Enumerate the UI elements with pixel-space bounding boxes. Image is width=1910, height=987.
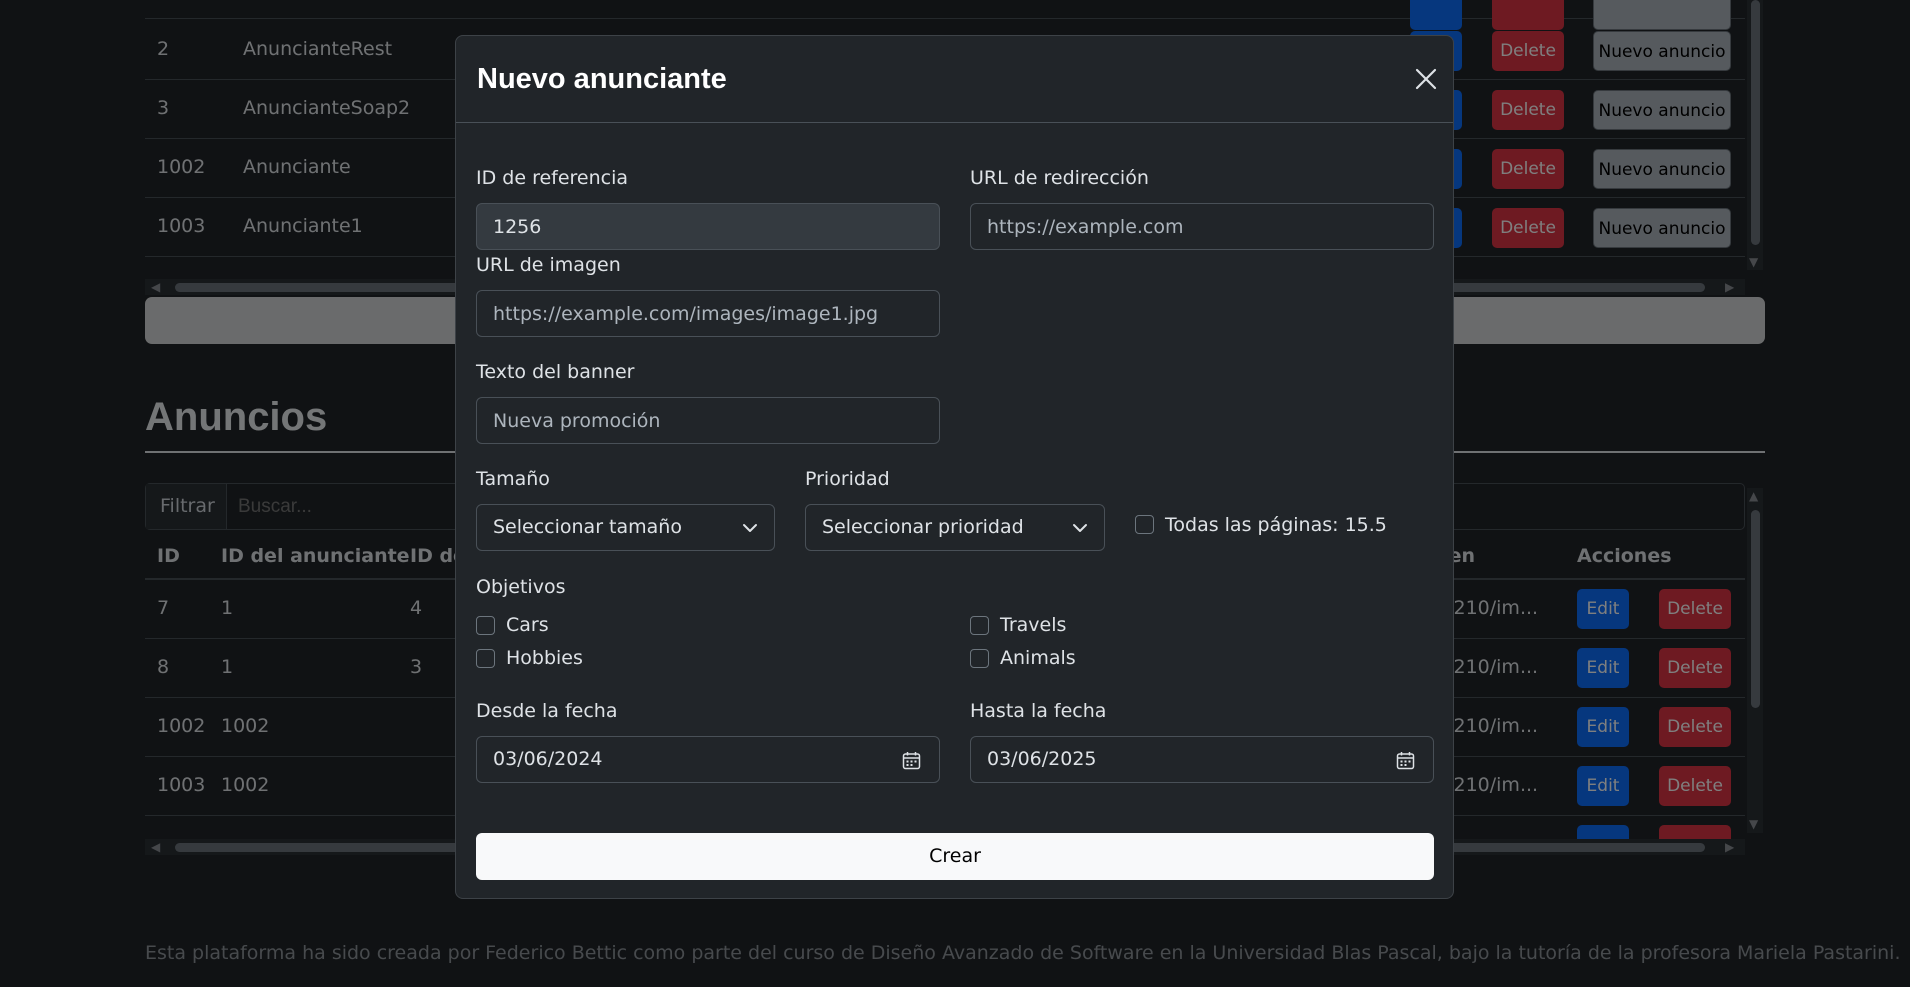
chevron-down-icon <box>1073 524 1087 532</box>
objective-animals-checkbox[interactable] <box>970 649 989 668</box>
size-label: Tamaño <box>476 468 550 490</box>
all-pages-checkbox[interactable] <box>1135 515 1154 534</box>
objective-travels-checkbox[interactable] <box>970 616 989 635</box>
priority-select-value: Seleccionar prioridad <box>822 516 1024 538</box>
redirect-url-label: URL de redirección <box>970 167 1149 189</box>
all-pages-label: Todas las páginas: 15.5 <box>1165 514 1387 536</box>
close-button[interactable] <box>1411 64 1441 94</box>
banner-text-label: Texto del banner <box>476 361 635 383</box>
objective-animals-label: Animals <box>1000 647 1076 669</box>
priority-label: Prioridad <box>805 468 890 490</box>
from-date-value: 03/06/2024 <box>493 748 603 770</box>
create-button[interactable]: Crear <box>476 833 1434 880</box>
priority-select[interactable]: Seleccionar prioridad <box>805 504 1105 551</box>
close-icon <box>1415 68 1437 90</box>
to-date-label: Hasta la fecha <box>970 700 1107 722</box>
new-advertiser-modal: Nuevo anunciante ID de referencia URL de… <box>455 35 1454 899</box>
objective-travels-label: Travels <box>1000 614 1067 636</box>
modal-title: Nuevo anunciante <box>477 63 727 95</box>
calendar-icon[interactable] <box>1396 751 1415 770</box>
redirect-url-field[interactable] <box>970 203 1434 250</box>
objective-cars-label: Cars <box>506 614 549 636</box>
to-date-field[interactable]: 03/06/2025 <box>970 736 1434 783</box>
image-url-field[interactable] <box>476 290 940 337</box>
calendar-icon[interactable] <box>902 751 921 770</box>
to-date-value: 03/06/2025 <box>987 748 1097 770</box>
ref-id-label: ID de referencia <box>476 167 629 189</box>
size-select-value: Seleccionar tamaño <box>493 516 682 538</box>
size-select[interactable]: Seleccionar tamaño <box>476 504 775 551</box>
objective-cars-checkbox[interactable] <box>476 616 495 635</box>
objective-hobbies-label: Hobbies <box>506 647 583 669</box>
ref-id-field[interactable] <box>476 203 940 250</box>
objective-hobbies-checkbox[interactable] <box>476 649 495 668</box>
chevron-down-icon <box>743 524 757 532</box>
modal-header: Nuevo anunciante <box>456 36 1453 123</box>
objectives-label: Objetivos <box>476 576 566 598</box>
from-date-label: Desde la fecha <box>476 700 618 722</box>
from-date-field[interactable]: 03/06/2024 <box>476 736 940 783</box>
banner-text-field[interactable] <box>476 397 940 444</box>
image-url-label: URL de imagen <box>476 254 621 276</box>
